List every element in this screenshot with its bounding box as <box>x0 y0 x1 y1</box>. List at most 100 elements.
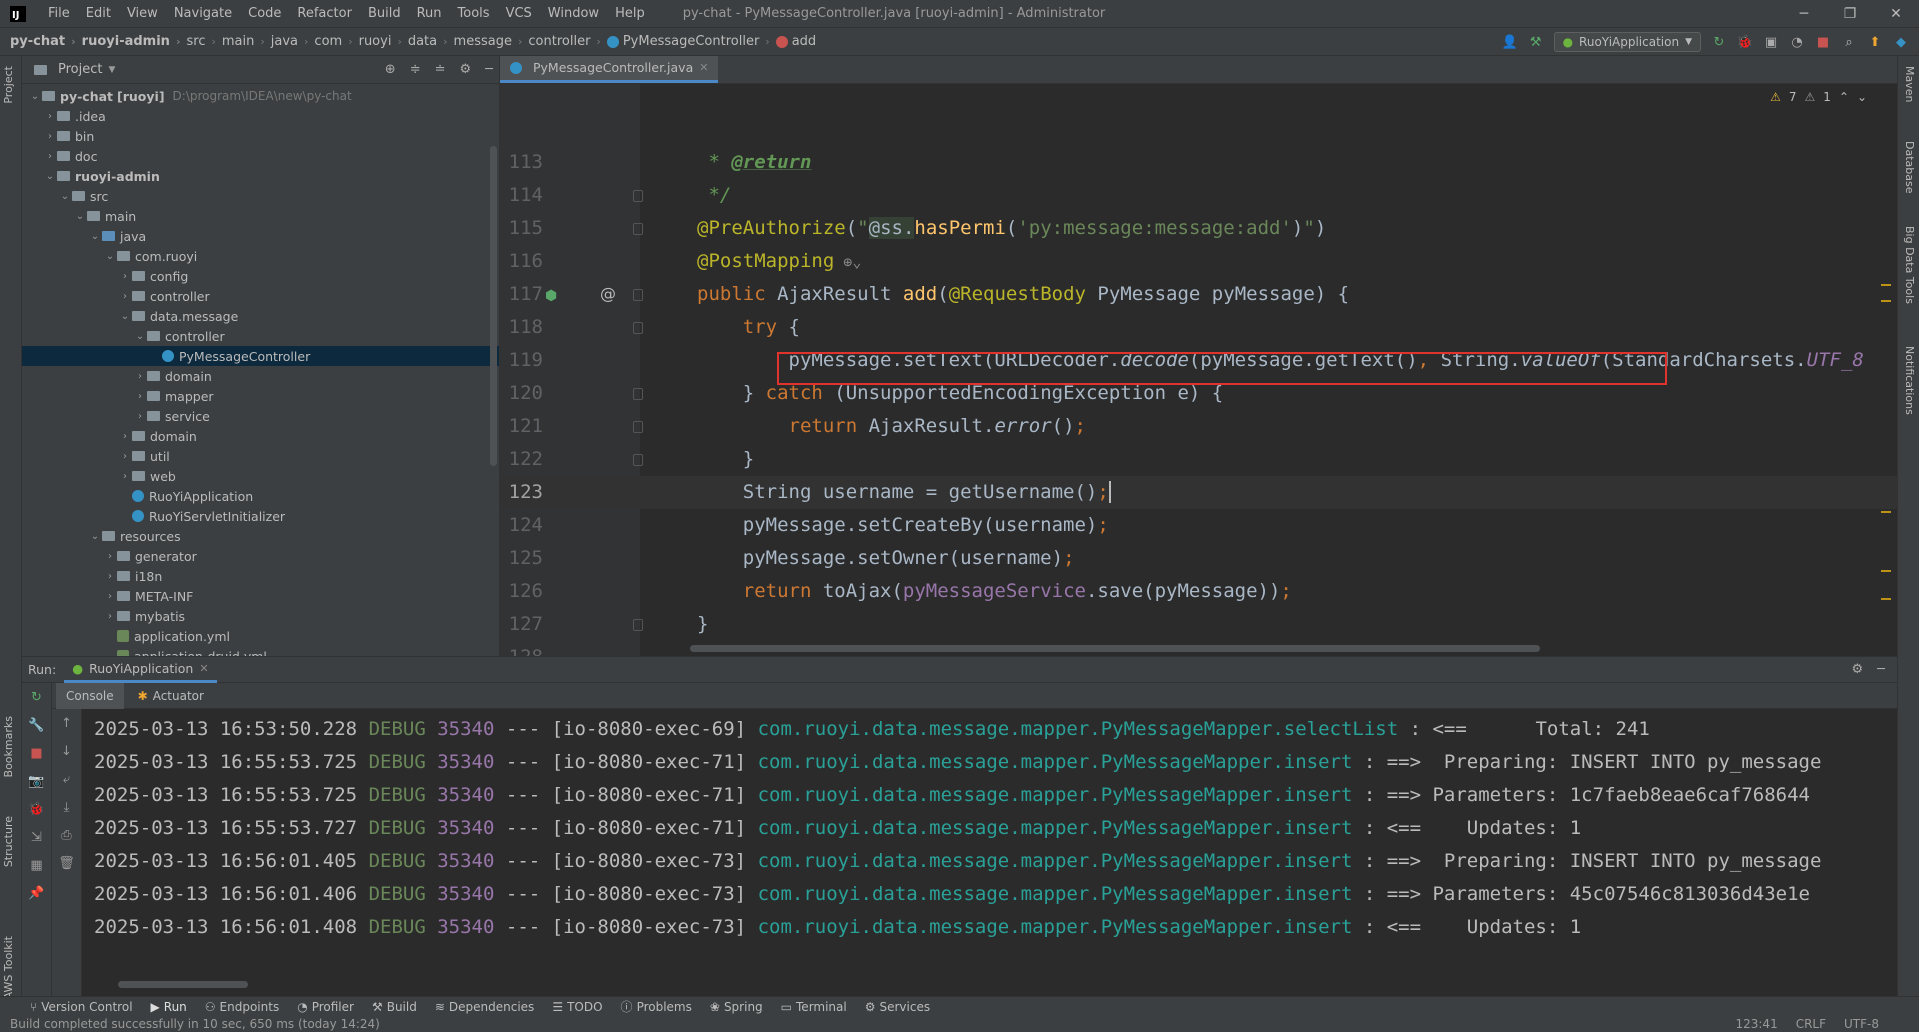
bookmarks-tool-tab[interactable]: Bookmarks <box>2 716 15 777</box>
menu-help[interactable]: Help <box>607 0 653 28</box>
tree-item[interactable]: › service <box>22 406 499 426</box>
chevron-right-icon[interactable]: › <box>103 571 117 582</box>
tool-window-version-control[interactable]: ⑂ Version Control <box>30 1000 133 1014</box>
notifications-tool-tab[interactable]: Notifications <box>1903 346 1916 415</box>
breadcrumb-item[interactable]: ruoyi-admin › <box>82 34 187 49</box>
actuator-tab[interactable]: ✱ Actuator <box>128 683 214 709</box>
scroll-marker[interactable] <box>1881 300 1891 302</box>
console-horizontal-scrollbar[interactable] <box>118 981 248 988</box>
breadcrumb-item[interactable]: PyMessageController › <box>606 34 776 49</box>
chevron-right-icon[interactable]: › <box>118 471 132 482</box>
stop-icon[interactable]: ■ <box>1815 34 1831 50</box>
fold-marker-icon[interactable] <box>633 421 643 433</box>
tree-item[interactable]: ⌄ src <box>22 186 499 206</box>
close-window-icon[interactable]: ✕ <box>1873 0 1919 28</box>
stop-icon[interactable]: ■ <box>22 739 51 767</box>
wrench-icon[interactable]: 🔧 <box>22 711 51 739</box>
chevron-right-icon[interactable]: › <box>103 551 117 562</box>
locate-icon[interactable]: ⊕ <box>385 62 396 77</box>
print-icon[interactable]: ⎙ <box>52 821 81 849</box>
tree-item[interactable]: ⌄ data.message <box>22 306 499 326</box>
chevron-right-icon[interactable]: › <box>103 591 117 602</box>
tool-window-run[interactable]: ▶ Run <box>151 1000 187 1014</box>
debug-icon[interactable]: 🐞 <box>1737 34 1753 50</box>
scroll-marker[interactable] <box>1881 284 1891 286</box>
breadcrumb-item[interactable]: main › <box>222 34 271 49</box>
tool-window-profiler[interactable]: ◔ Profiler <box>297 1000 354 1014</box>
arrow-up-icon[interactable]: ↑ <box>52 709 81 737</box>
user-icon[interactable]: 👤 <box>1501 34 1517 50</box>
run-tab-ruoyiapplication[interactable]: ● RuoYiApplication ✕ <box>64 657 217 683</box>
tree-item[interactable]: › .idea <box>22 106 499 126</box>
tree-item[interactable]: › util <box>22 446 499 466</box>
chevron-right-icon[interactable]: › <box>133 411 147 422</box>
tree-item[interactable]: ⌄ resources <box>22 526 499 546</box>
close-tab-icon[interactable]: ✕ <box>699 61 708 74</box>
code-line-117[interactable]: public AjaxResult add(@RequestBody PyMes… <box>697 278 1349 311</box>
breadcrumb-item[interactable]: ruoyi › <box>359 34 408 49</box>
camera-icon[interactable]: 📷 <box>22 767 51 795</box>
code-line-118[interactable]: try { <box>697 311 800 344</box>
arrow-down-icon[interactable]: ↓ <box>52 737 81 765</box>
fold-marker-icon[interactable] <box>633 289 643 301</box>
build-hammer-icon[interactable]: ⚒ <box>1528 34 1544 50</box>
restore-layout-icon[interactable]: ⇲ <box>22 823 51 851</box>
code-line-123[interactable]: String username = getUsername(); <box>697 476 1111 509</box>
code-line-126[interactable]: return toAjax(pyMessageService.save(pyMe… <box>697 575 1292 608</box>
tree-item[interactable]: › controller <box>22 286 499 306</box>
chevron-down-icon[interactable]: ⌄ <box>28 91 42 102</box>
file-encoding[interactable]: UTF-8 <box>1844 1016 1879 1032</box>
chevron-down-icon[interactable]: ⌄ <box>58 191 72 202</box>
debug-icon[interactable]: 🐞 <box>22 795 51 823</box>
close-tab-icon[interactable]: ✕ <box>199 662 208 675</box>
code-line-125[interactable]: pyMessage.setOwner(username); <box>697 542 1075 575</box>
menu-run[interactable]: Run <box>409 0 450 28</box>
restore-icon[interactable]: ❐ <box>1827 0 1873 28</box>
tree-item[interactable]: ⌄ controller <box>22 326 499 346</box>
menu-file[interactable]: File <box>40 0 78 28</box>
rerun-icon[interactable]: ↻ <box>22 683 51 711</box>
tree-item[interactable]: PyMessageController <box>22 346 499 366</box>
chevron-down-icon[interactable]: ⌄ <box>133 331 147 342</box>
chevron-right-icon[interactable]: › <box>118 291 132 302</box>
scroll-marker[interactable] <box>1881 570 1891 572</box>
scroll-marker[interactable] <box>1881 598 1891 600</box>
chevron-down-icon[interactable]: ⌄ <box>88 231 102 242</box>
collapse-all-icon[interactable]: ≐ <box>435 62 446 77</box>
menu-edit[interactable]: Edit <box>78 0 119 28</box>
previous-highlight-icon[interactable]: ⌃ <box>1839 90 1849 104</box>
rerun-icon[interactable]: ↻ <box>1711 34 1727 50</box>
plugin-icon[interactable]: ◆ <box>1893 34 1909 50</box>
project-scrollbar[interactable] <box>490 146 497 466</box>
next-highlight-icon[interactable]: ⌄ <box>1857 90 1867 104</box>
maven-tool-tab[interactable]: Maven <box>1903 66 1916 102</box>
tree-item[interactable]: › web <box>22 466 499 486</box>
hide-icon[interactable]: ─ <box>485 62 493 77</box>
chevron-down-icon[interactable]: ▼ <box>108 65 115 75</box>
inspection-widget[interactable]: ⚠ 7 ⚠ 1 ⌃ ⌄ <box>1770 90 1867 104</box>
fold-marker-icon[interactable] <box>633 190 643 202</box>
breadcrumb-item[interactable]: add <box>775 34 816 49</box>
code-line-113[interactable]: * @return <box>697 146 811 179</box>
fold-marker-icon[interactable] <box>633 322 643 334</box>
menu-refactor[interactable]: Refactor <box>289 0 360 28</box>
expand-all-icon[interactable]: ≑ <box>410 62 421 77</box>
tree-item[interactable]: › i18n <box>22 566 499 586</box>
menu-navigate[interactable]: Navigate <box>166 0 240 28</box>
breadcrumb-item[interactable]: controller › <box>528 34 606 49</box>
chevron-down-icon[interactable]: ⌄ <box>73 211 87 222</box>
tree-item[interactable]: › domain <box>22 426 499 446</box>
hide-icon[interactable]: ─ <box>1877 662 1885 677</box>
console-tab[interactable]: Console <box>56 682 124 709</box>
status-message[interactable]: Build completed successfully in 10 sec, … <box>10 1017 380 1031</box>
code-line-115[interactable]: @PreAuthorize("@ss.hasPermi('py:message:… <box>697 212 1326 245</box>
chevron-down-icon[interactable]: ⌄ <box>118 311 132 322</box>
breadcrumb-item[interactable]: message › <box>454 34 529 49</box>
chevron-right-icon[interactable]: › <box>133 391 147 402</box>
chevron-right-icon[interactable]: › <box>43 151 57 162</box>
tool-window-todo[interactable]: ☰ TODO <box>552 1000 602 1014</box>
tree-item[interactable]: RuoYiServletInitializer <box>22 506 499 526</box>
trash-icon[interactable]: 🗑 <box>52 849 81 877</box>
menu-tools[interactable]: Tools <box>450 0 498 28</box>
layout-icon[interactable]: ▦ <box>22 851 51 879</box>
